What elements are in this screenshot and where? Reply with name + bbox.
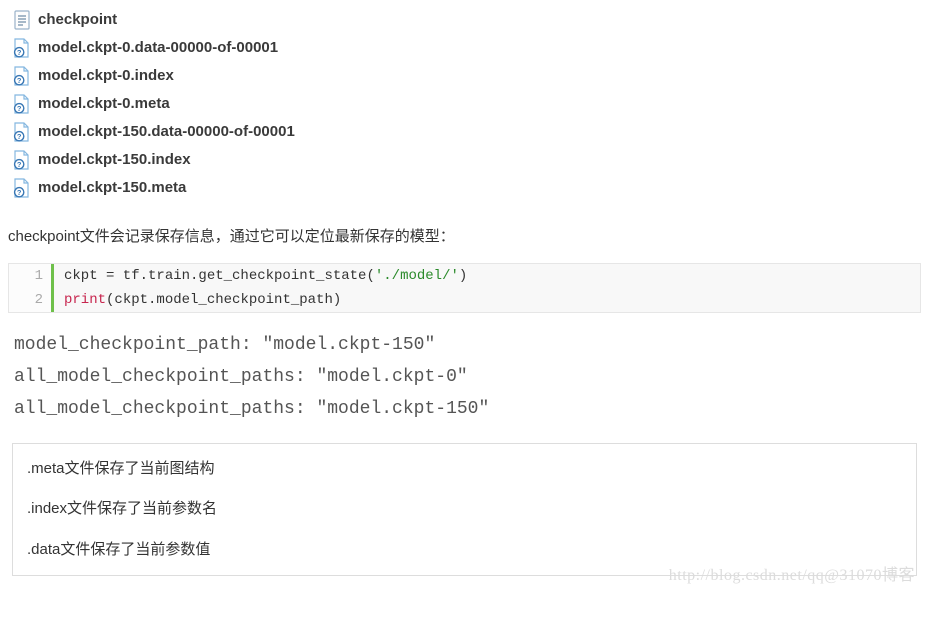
file-list: checkpoint? model.ckpt-0.data-00000-of-00… <box>0 0 929 210</box>
line-number: 2 <box>9 288 54 312</box>
file-row[interactable]: ? model.ckpt-150.data-00000-of-00001 <box>12 118 929 146</box>
code-text: ckpt = tf.train.get_checkpoint_state('./… <box>54 264 467 288</box>
output-line: all_model_checkpoint_paths: "model.ckpt-… <box>14 393 929 425</box>
unknown-file-icon: ? <box>12 178 32 198</box>
unknown-file-icon: ? <box>12 38 32 58</box>
file-row[interactable]: ? model.ckpt-0.meta <box>12 90 929 118</box>
file-row[interactable]: ? model.ckpt-150.meta <box>12 174 929 202</box>
file-name-label: model.ckpt-0.meta <box>38 93 170 116</box>
file-name-label: model.ckpt-150.index <box>38 149 191 172</box>
line-number: 1 <box>9 264 54 288</box>
file-row[interactable]: checkpoint <box>12 6 929 34</box>
file-name-label: model.ckpt-150.meta <box>38 177 186 200</box>
file-row[interactable]: ? model.ckpt-0.data-00000-of-00001 <box>12 34 929 62</box>
file-row[interactable]: ? model.ckpt-0.index <box>12 62 929 90</box>
note-line: .meta文件保存了当前图结构 <box>27 458 902 481</box>
unknown-file-icon: ? <box>12 122 32 142</box>
output-line: all_model_checkpoint_paths: "model.ckpt-… <box>14 361 929 393</box>
unknown-file-icon: ? <box>12 150 32 170</box>
checkpoint-description: checkpoint文件会记录保存信息，通过它可以定位最新保存的模型： <box>0 210 929 259</box>
file-name-label: model.ckpt-0.index <box>38 65 174 88</box>
unknown-file-icon: ? <box>12 66 32 86</box>
code-block: 1ckpt = tf.train.get_checkpoint_state('.… <box>8 263 921 313</box>
file-name-label: model.ckpt-0.data-00000-of-00001 <box>38 37 278 60</box>
svg-text:?: ? <box>17 76 22 85</box>
notes-box: .meta文件保存了当前图结构 .index文件保存了当前参数名 .data文件保存… <box>12 443 917 577</box>
file-name-label: model.ckpt-150.data-00000-of-00001 <box>38 121 295 144</box>
code-line: 2print(ckpt.model_checkpoint_path) <box>9 288 920 312</box>
note-line: .data文件保存了当前参数值 <box>27 539 902 562</box>
text-file-icon <box>12 10 32 30</box>
code-output: model_checkpoint_path: "model.ckpt-150"a… <box>0 325 929 437</box>
svg-text:?: ? <box>17 104 22 113</box>
code-text: print(ckpt.model_checkpoint_path) <box>54 288 341 312</box>
output-line: model_checkpoint_path: "model.ckpt-150" <box>14 329 929 361</box>
svg-text:?: ? <box>17 132 22 141</box>
file-name-label: checkpoint <box>38 9 117 32</box>
note-line: .index文件保存了当前参数名 <box>27 498 902 521</box>
svg-text:?: ? <box>17 48 22 57</box>
svg-text:?: ? <box>17 188 22 197</box>
file-row[interactable]: ? model.ckpt-150.index <box>12 146 929 174</box>
code-line: 1ckpt = tf.train.get_checkpoint_state('.… <box>9 264 920 288</box>
unknown-file-icon: ? <box>12 94 32 114</box>
svg-text:?: ? <box>17 160 22 169</box>
